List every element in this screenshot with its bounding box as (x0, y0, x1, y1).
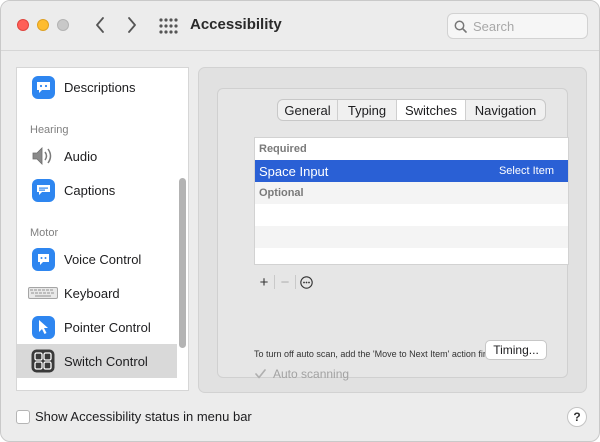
timing-button[interactable]: Timing... (485, 340, 547, 360)
required-header: Required (259, 143, 307, 155)
titlebar: Accessibility (1, 1, 599, 51)
switch-action: Select Item (498, 165, 554, 177)
sidebar-section-hearing: Hearing (30, 124, 69, 136)
empty-row (255, 226, 568, 248)
sidebar-scroll-thumb[interactable] (179, 178, 186, 348)
add-switch-button[interactable]: + (254, 273, 274, 291)
auto-scan-note: To turn off auto scan, add the 'Move to … (254, 349, 496, 359)
grid-icon (159, 18, 178, 34)
tab-general[interactable]: General (278, 100, 338, 120)
tab-typing[interactable]: Typing (338, 100, 397, 120)
switch-control-icon (31, 349, 55, 373)
sidebar-item-keyboard[interactable]: Keyboard (17, 275, 177, 311)
sidebar: Descriptions Hearing Audio Captions Moto… (16, 67, 189, 391)
sidebar-item-pointer-control[interactable]: Pointer Control (17, 309, 177, 345)
back-button[interactable] (89, 13, 111, 37)
empty-row (255, 204, 568, 226)
checkmark-icon (254, 369, 266, 379)
tab-bar: General Typing Switches Navigation (277, 99, 546, 121)
sidebar-item-label: Voice Control (64, 251, 142, 267)
sidebar-item-voice-control[interactable]: Voice Control (17, 241, 177, 277)
captions-icon (31, 178, 55, 202)
search-icon (454, 20, 467, 33)
zoom-window-button[interactable] (57, 19, 69, 31)
auto-scanning-label: Auto scanning (273, 367, 350, 381)
voice-control-icon (31, 247, 55, 271)
switch-row-space-input[interactable]: Space Input Select Item (255, 160, 568, 182)
sidebar-item-label: Pointer Control (64, 319, 151, 335)
tab-switches[interactable]: Switches (397, 100, 466, 120)
descriptions-icon (31, 75, 55, 99)
sidebar-item-label: Captions (64, 182, 116, 198)
sidebar-item-label: Keyboard (64, 285, 120, 301)
sidebar-item-switch-control[interactable]: Switch Control (17, 344, 177, 378)
window-title: Accessibility (190, 16, 282, 33)
remove-switch-button[interactable]: − (275, 273, 295, 291)
search-field[interactable] (447, 13, 588, 39)
preferences-window: Accessibility Descriptions Hearing (0, 0, 600, 442)
sidebar-item-audio[interactable]: Audio (17, 138, 177, 174)
empty-row (255, 248, 568, 264)
close-window-button[interactable] (17, 19, 29, 31)
tab-content: General Typing Switches Navigation Requi… (217, 88, 569, 381)
speaker-icon (32, 147, 52, 165)
sidebar-section-motor: Motor (30, 227, 59, 239)
help-button[interactable]: ? (567, 407, 587, 427)
pointer-icon (31, 315, 55, 339)
tab-navigation[interactable]: Navigation (466, 100, 545, 120)
forward-button[interactable] (121, 13, 143, 37)
chevron-right-icon (128, 17, 136, 33)
sidebar-item-descriptions[interactable]: Descriptions (17, 69, 177, 105)
list-controls: + − (254, 273, 316, 291)
optional-header: Optional (255, 182, 568, 204)
show-status-label[interactable]: Show Accessibility status in menu bar (35, 409, 252, 424)
search-input[interactable] (473, 18, 573, 34)
ellipsis-circle-icon (299, 275, 313, 289)
sidebar-item-label: Audio (64, 148, 98, 164)
minimize-window-button[interactable] (37, 19, 49, 31)
switch-list[interactable]: Required Space Input Select Item Optiona… (254, 137, 569, 265)
keyboard-icon (28, 287, 58, 299)
chevron-left-icon (96, 17, 104, 33)
show-status-checkbox[interactable] (16, 410, 30, 424)
more-options-button[interactable] (296, 273, 316, 291)
auto-scanning-checkbox[interactable]: Auto scanning (254, 367, 349, 381)
sidebar-item-captions[interactable]: Captions (17, 172, 177, 208)
sidebar-item-label: Switch Control (64, 353, 148, 369)
show-all-button[interactable] (158, 16, 178, 36)
sidebar-item-label: Descriptions (64, 79, 136, 95)
switch-name: Space Input (259, 163, 329, 179)
